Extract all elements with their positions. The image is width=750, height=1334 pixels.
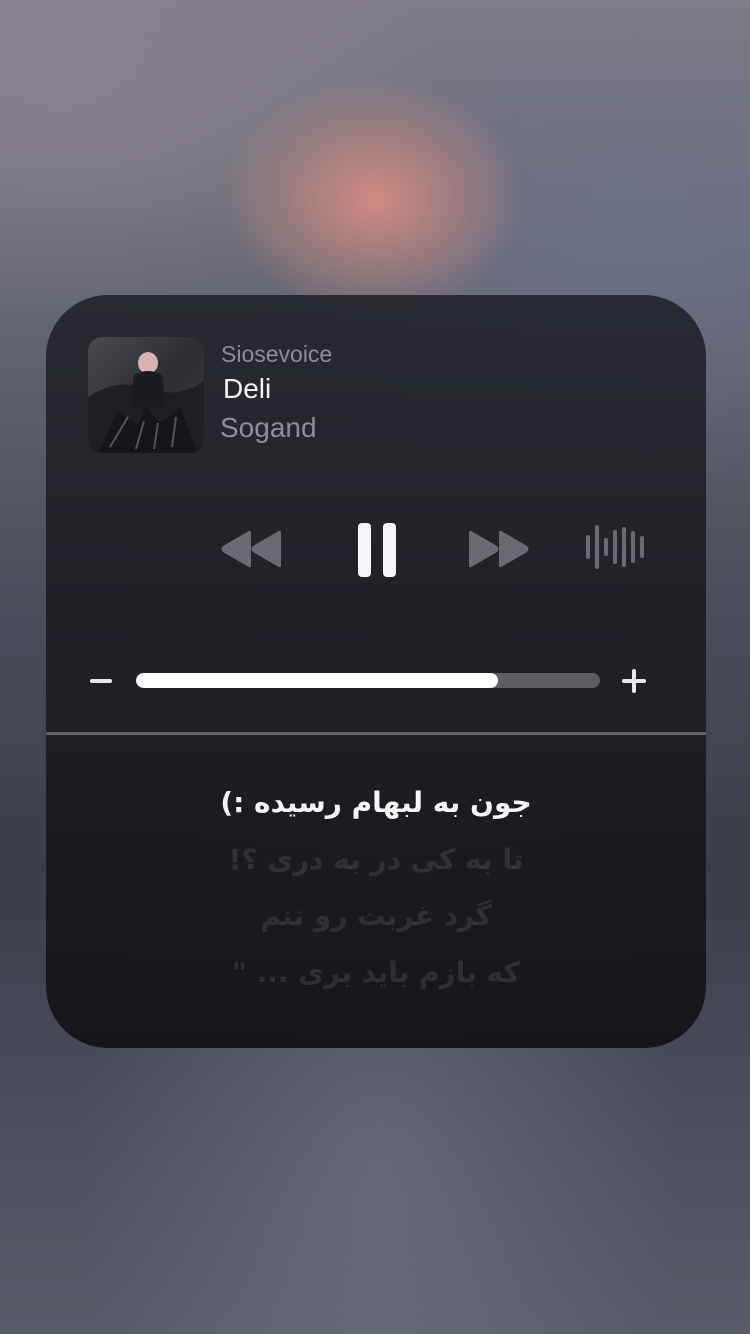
lyrics-panel[interactable]: جون به لبهام رسیده :) تا به کی در به دری… — [46, 735, 706, 1048]
artist-name: Sogand — [220, 412, 317, 443]
waveform-icon — [586, 525, 644, 569]
volume-fill — [136, 673, 498, 688]
album-art-image — [88, 337, 204, 453]
lyric-line: گرد غربت رو تنم — [260, 899, 492, 932]
now-playing-widget: Siosevoice Deli Sogand جون به لبهام رسید… — [46, 295, 706, 1048]
volume-down-icon[interactable] — [90, 673, 114, 689]
rewind-icon — [221, 530, 281, 568]
forward-button[interactable] — [468, 529, 530, 569]
audio-output-button[interactable] — [584, 521, 648, 573]
fast-forward-icon — [469, 530, 529, 568]
source-label: Siosevoice — [221, 341, 333, 367]
lyric-line: که بازم باید بری ... " — [232, 956, 520, 989]
pause-icon — [358, 523, 396, 577]
volume-slider[interactable] — [136, 673, 600, 688]
lyric-line: تا به کی در به دری ؟! — [228, 843, 524, 876]
track-title: Deli — [223, 373, 272, 404]
rewind-button[interactable] — [220, 529, 282, 569]
album-art[interactable] — [88, 337, 204, 453]
volume-up-icon[interactable] — [622, 669, 646, 693]
pause-button[interactable] — [356, 521, 398, 579]
lyric-line-active: جون به لبهام رسیده :) — [220, 786, 532, 819]
